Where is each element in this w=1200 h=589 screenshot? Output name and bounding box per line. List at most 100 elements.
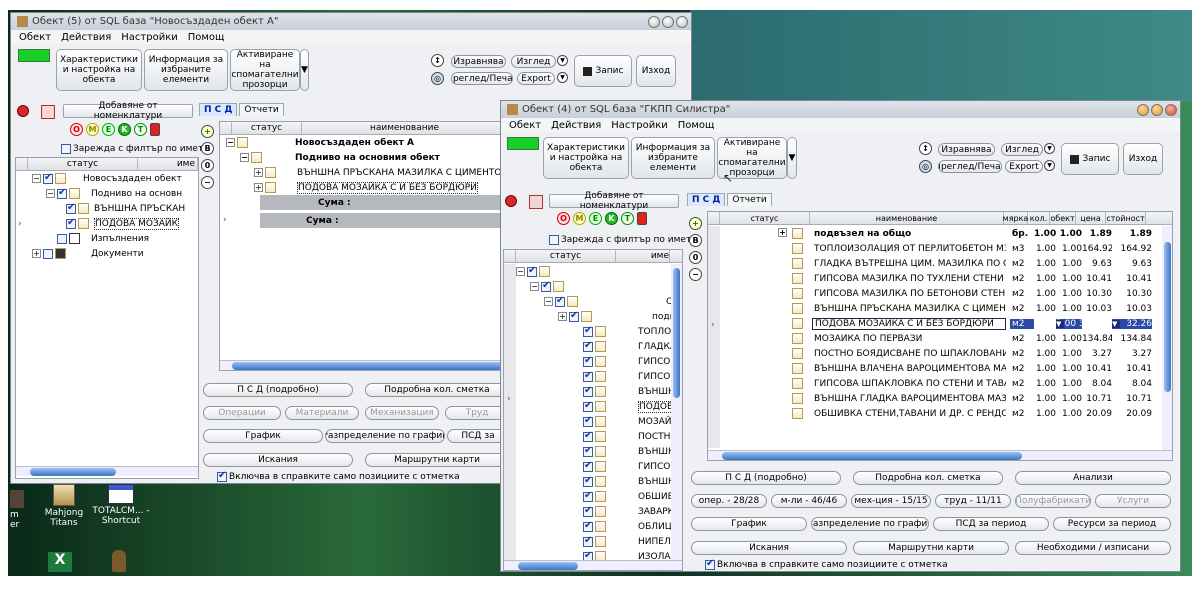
- grid-header-qty[interactable]: кол.: [1028, 212, 1050, 224]
- route-cards-button[interactable]: Маршрутни карти: [853, 541, 1009, 555]
- grid-row[interactable]: ГИПСОВА МАЗИЛКА ПО БЕТОНОВИ СТЕНИ м2 1.00 1…: [720, 286, 1162, 301]
- scroll-thumb[interactable]: [232, 362, 502, 370]
- services-button[interactable]: Услуги: [1095, 494, 1171, 508]
- desktop-icon-mahjong[interactable]: Mahjong Titans: [40, 484, 88, 528]
- add-from-nomenclature-button[interactable]: Добавяне от номенклатури: [63, 101, 193, 121]
- export-dropdown-icon[interactable]: ▼: [1044, 160, 1055, 171]
- materials-button[interactable]: Материали: [285, 406, 359, 420]
- grid-header-object[interactable]: обект: [1050, 212, 1076, 224]
- labor-button[interactable]: труд - 11/11: [935, 494, 1011, 508]
- book-icon[interactable]: [17, 105, 29, 117]
- grid-row[interactable]: − Подниво на основния обект: [220, 150, 508, 165]
- tree-row[interactable]: +подвъзел н: [516, 309, 672, 324]
- view-dropdown-icon[interactable]: ▼: [557, 55, 568, 66]
- needed-issued-button[interactable]: Необходими / изписани: [1015, 541, 1171, 555]
- grid-header-name[interactable]: наименование: [302, 122, 508, 134]
- exit-button[interactable]: Изход: [1123, 143, 1163, 175]
- tab-psd[interactable]: П С Д: [199, 103, 238, 116]
- tab-reports[interactable]: Отчети: [239, 103, 284, 116]
- scroll-thumb[interactable]: [722, 452, 1022, 460]
- mechanization-button[interactable]: мех-ция - 15/15: [851, 494, 931, 508]
- tree-header-name[interactable]: име: [138, 158, 198, 170]
- remove-icon[interactable]: −: [689, 268, 702, 281]
- tree-row[interactable]: ВЪНШНА ПРЪСКАН: [16, 201, 198, 216]
- distribution-button[interactable]: Разпределение по график: [811, 517, 929, 531]
- activate-dropdown-arrow[interactable]: ▼: [787, 137, 797, 179]
- tree-row[interactable]: ЗАВАРКА ВЕ: [516, 504, 672, 519]
- grid-row[interactable]: + подвъзел на общо бр. 1.00 1.00 1.89 1.89: [720, 226, 1162, 241]
- grid-row[interactable]: + ПОДОВА МОЗАЙКА С И БЕЗ БОРДЮРИ: [220, 180, 508, 195]
- grid-row[interactable]: + ВЪНШНА ПРЪСКАНА МАЗИЛКА С ЦИМЕНТОВ Р...: [220, 165, 508, 180]
- grid-header-status[interactable]: статус: [720, 212, 810, 224]
- filter-k-button[interactable]: K: [118, 123, 131, 136]
- filter-materials-button[interactable]: M: [86, 123, 99, 136]
- filter-mechanization-button[interactable]: E: [102, 123, 115, 136]
- menu-settings[interactable]: Настройки: [611, 120, 667, 131]
- title-bar[interactable]: Обект (4) от SQL база "ГКПП Силистра": [501, 101, 1180, 118]
- tree-row[interactable]: −Новосъздаден обект: [16, 171, 198, 186]
- book-icon[interactable]: [505, 195, 517, 207]
- psd-detailed-button[interactable]: П С Д (подробно): [203, 383, 353, 397]
- include-option[interactable]: Включва в справките само позициите с отм…: [705, 557, 948, 571]
- tree-row[interactable]: Изпълнения: [16, 231, 198, 246]
- chart-button[interactable]: График: [203, 429, 323, 443]
- filter-checkbox[interactable]: [61, 143, 71, 154]
- detailed-quantity-button[interactable]: Подробна кол. сметка: [853, 471, 1003, 485]
- excel-icon[interactable]: X: [48, 552, 72, 572]
- menu-actions[interactable]: Действия: [551, 120, 601, 131]
- tree-header-status[interactable]: статус: [516, 250, 616, 262]
- filter-operations-button[interactable]: O: [557, 212, 570, 225]
- grid-row[interactable]: − Новосъздаден обект А: [220, 135, 508, 150]
- desktop-icon-totalcmd[interactable]: TOTALCM... - Shortcut: [92, 484, 150, 526]
- filter-k-button[interactable]: K: [605, 212, 618, 225]
- object-dropdown-icon[interactable]: ▼: [1112, 319, 1120, 328]
- preview-print-button[interactable]: Преглед/Печат: [938, 160, 1002, 173]
- grid-row[interactable]: ГЛАДКА ВЪТРЕШНА ЦИМ. МАЗИЛКА ПО СТЕНИ м2 1…: [720, 256, 1162, 271]
- status-indicator[interactable]: [18, 49, 50, 62]
- grid-vertical-scrollbar[interactable]: [1162, 226, 1172, 450]
- side-0-button[interactable]: 0: [689, 251, 702, 264]
- tree-row[interactable]: −Архитектур: [516, 279, 672, 294]
- tree-horizontal-scrollbar[interactable]: [504, 560, 682, 570]
- tree-row[interactable]: ВЪНШНА ПР: [516, 384, 672, 399]
- route-cards-button[interactable]: Маршрутни карти: [365, 453, 509, 467]
- grid-row[interactable]: МОЗАЙКА ПО ПЕРВАЗИ м2 1.00 1.00 134.84 134.84: [720, 331, 1162, 346]
- psd-period-button[interactable]: ПСД за период: [933, 517, 1049, 531]
- detailed-quantity-button[interactable]: Подробна кол. сметка: [365, 383, 509, 397]
- scroll-thumb[interactable]: [518, 562, 578, 570]
- tree-row[interactable]: ВЪНШНА ВЛ: [516, 444, 672, 459]
- add-from-nomenclature-button[interactable]: Добавяне от номенклатури: [549, 191, 679, 211]
- minimize-button[interactable]: [648, 15, 660, 28]
- grid-row[interactable]: ВЪНШНА ПРЪСКАНА МАЗИЛКА С ЦИМЕНТОВ Р... м…: [720, 301, 1162, 316]
- tree-header-name[interactable]: име: [616, 250, 670, 262]
- filter-by-name-option[interactable]: Зарежда с филтър по името: [61, 141, 209, 156]
- include-option[interactable]: Включва в справките само позициите с отм…: [217, 469, 460, 483]
- filter-stop-button[interactable]: [150, 123, 160, 136]
- view-dropdown-icon[interactable]: ▼: [1044, 143, 1055, 154]
- tree-row[interactable]: НИПЕЛ 3 ": [516, 534, 672, 549]
- export-dropdown-icon[interactable]: ▼: [557, 72, 568, 83]
- chart-button[interactable]: График: [691, 517, 807, 531]
- requests-button[interactable]: Искания: [203, 453, 353, 467]
- characteristics-button[interactable]: Характеристики и настройка на обекта: [56, 49, 142, 91]
- unit-dropdown-icon[interactable]: ▼: [1056, 319, 1064, 328]
- tree-row[interactable]: ОБШИВКА С: [516, 489, 672, 504]
- remove-icon[interactable]: −: [201, 176, 214, 189]
- filter-stop-button[interactable]: [637, 212, 647, 225]
- grid-row[interactable]: ВЪНШНА ВЛАЧЕНА ВАРОЦИМЕНТОВА МАЗИЛК... м2…: [720, 361, 1162, 376]
- menu-object[interactable]: Обект: [509, 120, 541, 131]
- activate-dropdown-arrow[interactable]: ▼: [300, 49, 309, 91]
- operations-button[interactable]: опер. - 28/28: [691, 494, 767, 508]
- grid-row[interactable]: ОБШИВКА СТЕНИ,ТАВАНИ И ДР. С РЕНДОСАН...…: [720, 406, 1162, 421]
- desktop-icon-partial[interactable]: m er: [10, 490, 28, 530]
- title-bar[interactable]: Обект (5) от SQL база "Новосъздаден обек…: [11, 13, 691, 30]
- tree-row[interactable]: ВЪНШНА ГЛ: [516, 474, 672, 489]
- info-button[interactable]: Информация за избраните елементи: [631, 137, 715, 179]
- tree-row[interactable]: ГИПСОВА Ш: [516, 459, 672, 474]
- grid-header-price[interactable]: цена: [1076, 212, 1106, 224]
- grid-horizontal-scrollbar[interactable]: [220, 360, 508, 370]
- preview-print-button[interactable]: Преглед/Печат: [451, 72, 513, 85]
- tree-vertical-scrollbar[interactable]: [671, 264, 682, 560]
- save-button[interactable]: Запис: [1061, 143, 1119, 175]
- maximize-button[interactable]: [662, 15, 674, 28]
